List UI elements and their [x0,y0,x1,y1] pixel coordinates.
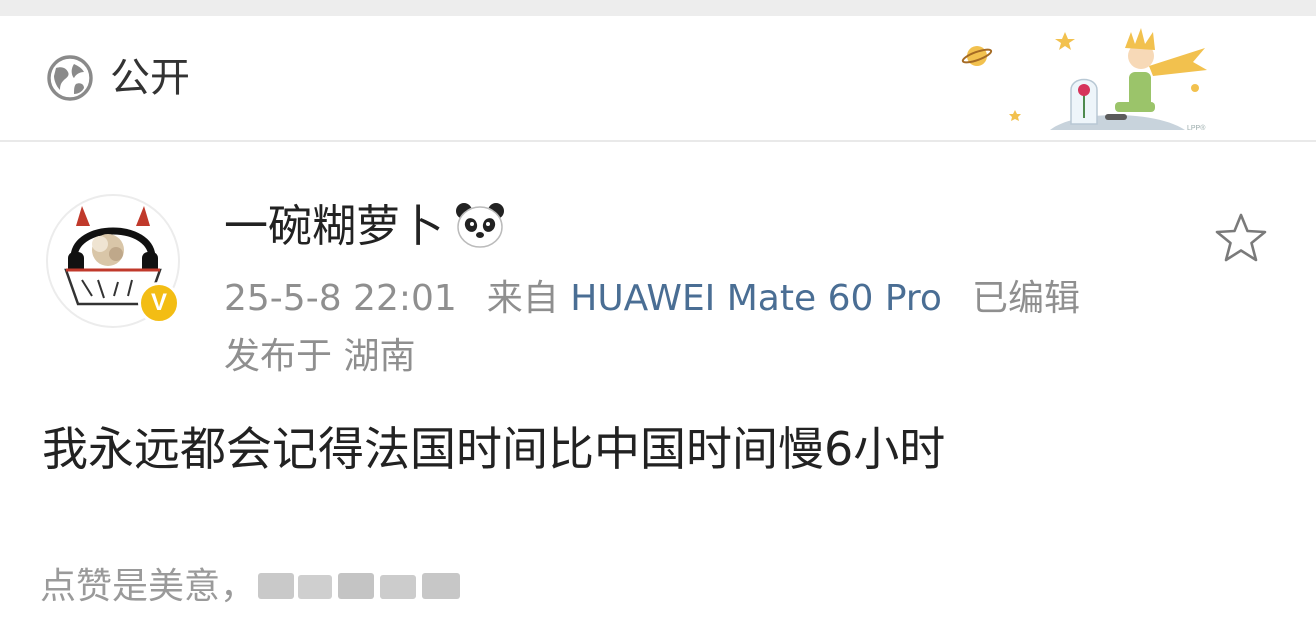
post-meta: 25-5-8 22:01 来自 HUAWEI Mate 60 Pro 已编辑 [224,274,1080,324]
globe-icon [47,55,93,101]
author-avatar[interactable]: V [46,194,180,328]
source-device-link[interactable]: HUAWEI Mate 60 Pro [570,278,942,319]
like-prompt-row: 点赞是美意， [40,562,462,612]
author-name[interactable]: 一碗糊萝卜 [224,201,444,252]
obscured-text [258,573,461,599]
source-prefix: 来自 [486,278,559,319]
like-prompt: 点赞是美意， [40,566,257,607]
favorite-star-icon[interactable] [1212,210,1270,268]
post-location: 发布于 湖南 [224,336,416,377]
visibility-label[interactable]: 公开 [110,52,190,104]
panda-icon [456,203,504,248]
edited-label[interactable]: 已编辑 [972,278,1080,319]
author-name-row: 一碗糊萝卜 [224,198,506,256]
status-strip [0,0,1316,16]
little-prince-banner: LPP® [961,28,1207,132]
banner-corner-mark: LPP® [1187,124,1206,132]
post-timestamp: 25-5-8 22:01 [224,278,457,319]
post-content[interactable]: 我永远都会记得法国时间比中国时间慢6小时 [42,418,945,480]
header-divider [0,140,1316,142]
verified-badge: V [138,282,180,324]
